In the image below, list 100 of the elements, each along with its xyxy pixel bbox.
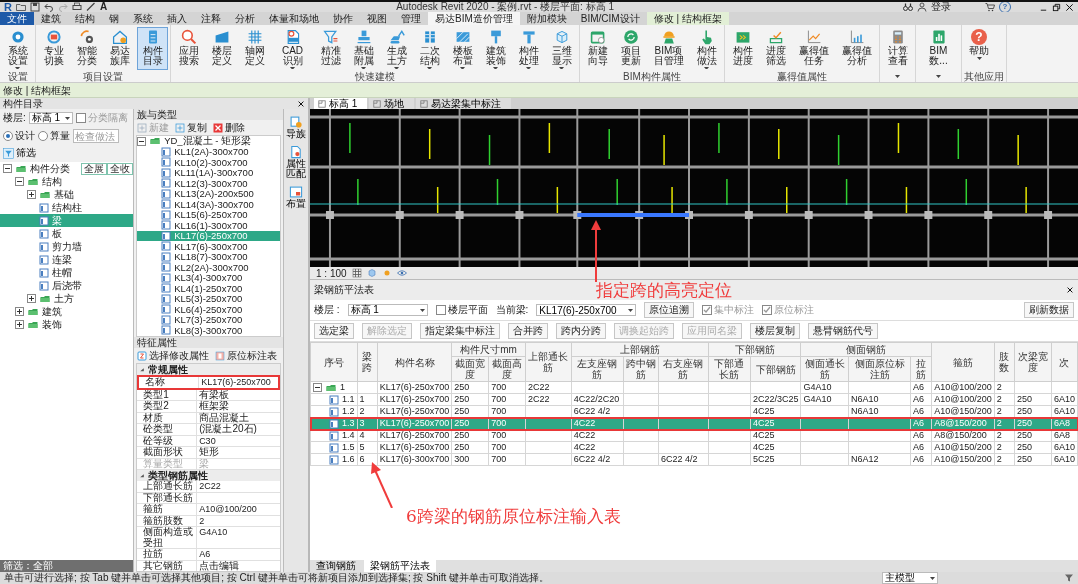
view-scale[interactable]: 1 : 100 (316, 267, 347, 279)
table-row[interactable]: 1.4 4 KL17(6)-250x700 250 700 4C22 4C25 A6 A8@150/200 2 250 6A8 (310, 429, 1078, 442)
table-row[interactable]: 1.1 1 KL17(6)-250x700 250 700 2C22 4C22/2C20 2C22/3C25 G4A10 N6A10 A6 A10@100/200 2 250 6A10 (310, 393, 1078, 406)
ribbon-button[interactable]: 精准过滤 (315, 27, 346, 70)
search-field[interactable]: 检查做法 (73, 129, 119, 143)
ribbon-button[interactable]: 基础附属 (348, 27, 379, 70)
ribbon-tab[interactable]: 视图 (360, 12, 394, 25)
property-value[interactable]: 点击编辑 (197, 560, 281, 571)
save-icon[interactable] (29, 2, 40, 12)
list-item[interactable]: KL7(3)-250x700 (137, 314, 281, 325)
collapse-all-button[interactable]: 全收 (107, 162, 134, 175)
property-value[interactable]: A10@100/200 (197, 504, 281, 515)
tree-item[interactable]: 土方 (0, 292, 134, 305)
list-item[interactable]: KL6(4)-250x700 (137, 304, 281, 315)
tree-item[interactable]: 后浇带 (0, 279, 134, 292)
ribbon-button[interactable]: CAD识别 (272, 27, 313, 70)
ribbon-tab[interactable]: 协作 (326, 12, 360, 25)
ribbon-button[interactable]: 计算查看 (882, 27, 913, 70)
text-tool[interactable]: A (99, 2, 108, 12)
ribbon-button[interactable]: 项目更新 (615, 27, 646, 70)
radio-button[interactable]: 算量 (38, 129, 70, 143)
list-item[interactable]: KL17(6)-300x700 (137, 241, 281, 252)
ribbon-tab[interactable]: 附加模块 (519, 12, 574, 25)
ribbon-button[interactable]: 构件目录 (137, 27, 168, 70)
property-value[interactable]: A6 (197, 549, 281, 560)
side-tool-button[interactable]: 属性匹配 (285, 145, 308, 179)
ribbon-button[interactable]: 应用搜索 (173, 27, 204, 70)
toolbar-button[interactable]: 悬臂钢筋代号 (808, 323, 878, 339)
table-row[interactable]: 1.6 6 KL17(6)-300x700 300 700 6C22 4/2 6C22 4/2 5C25 N6A12 A6 A10@150/200 2 250 6A10 (310, 453, 1078, 466)
toolbar-button[interactable]: 选择修改属性 (137, 348, 210, 363)
property-value[interactable]: 2 (197, 515, 281, 526)
ribbon-button[interactable]: 三维显示 (546, 27, 577, 70)
view-tab[interactable]: 易达梁集中标注 (416, 98, 512, 109)
toolbar-button[interactable]: 合并跨 (508, 323, 548, 339)
model-dropdown[interactable]: 主模型 (882, 572, 938, 584)
tree-item[interactable]: 结构 (0, 175, 134, 188)
list-item[interactable]: KL2(2A)-300x700 (137, 262, 281, 273)
toolbar-button[interactable]: 原位标注表 (215, 348, 278, 363)
checkbox[interactable]: 楼层平面 (435, 303, 488, 317)
close-icon[interactable] (1066, 286, 1074, 294)
ribbon-button[interactable]: BIM数... (918, 27, 959, 70)
ribbon-button[interactable]: 赢得值任务 (793, 27, 834, 70)
list-item[interactable]: KL3(4)-300x700 (137, 272, 281, 283)
tree-item[interactable]: 建筑 (0, 305, 134, 318)
ribbon-button[interactable]: 二次结构 (414, 27, 445, 70)
ribbon-tab[interactable]: 文件 (0, 12, 34, 25)
tree-item[interactable]: 构件分类 (0, 162, 82, 175)
floor-dropdown[interactable]: 标高 1 (347, 304, 428, 316)
ribbon-button[interactable]: 楼层定义 (206, 27, 237, 70)
ruler-icon[interactable] (85, 2, 96, 12)
cart-icon[interactable] (985, 2, 995, 12)
tree-item[interactable]: 装饰 (0, 318, 134, 331)
close-icon[interactable] (297, 99, 305, 108)
toolbar-button[interactable]: 楼层复制 (750, 323, 800, 339)
ribbon-button[interactable]: 进度筛选 (760, 27, 791, 70)
tree-item[interactable]: 板 (0, 227, 134, 240)
filter-button[interactable]: 筛选 (3, 146, 36, 160)
table-row[interactable]: 1 KL17(6)-250x700 250 700 2C22 G4A10 A6 A10@100/200 2 (310, 381, 1078, 394)
property-value[interactable]: 商品混凝土 (197, 412, 281, 423)
ribbon-button[interactable]: 易达族库 (104, 27, 135, 70)
login-link[interactable]: 登录 (931, 2, 951, 12)
view-tab[interactable]: 场地 (369, 98, 415, 109)
floor-dropdown[interactable]: 标高 1 (28, 112, 73, 124)
tree-item[interactable]: 柱帽 (0, 266, 134, 279)
tree-item[interactable]: 结构柱 (0, 201, 134, 214)
side-tool-button[interactable]: 导族 (285, 115, 308, 139)
folder-icon[interactable] (15, 2, 26, 12)
ribbon-button[interactable]: 新建向导 (582, 27, 613, 70)
ribbon-button[interactable]: 构件进度 (727, 27, 758, 70)
expand-icon[interactable] (15, 320, 24, 329)
list-item[interactable]: KL10(2)-300x700 (137, 157, 281, 168)
toolbar-button[interactable]: 删除 (213, 120, 246, 135)
ribbon-tab[interactable]: 结构 (68, 12, 102, 25)
ribbon-button[interactable]: 楼板布置 (447, 27, 478, 70)
list-item[interactable]: KL4(1)-250x700 (137, 283, 281, 294)
beam-dropdown[interactable]: KL17(6)-250x700 (536, 304, 637, 316)
panel-tab[interactable]: 梁钢筋平法表 (364, 560, 436, 572)
collapse-icon[interactable] (137, 136, 147, 146)
ribbon-tab[interactable]: 建筑 (34, 12, 68, 25)
ribbon-button[interactable]: ? 帮助 (964, 27, 994, 70)
ribbon-button[interactable]: 专业切换 (38, 27, 69, 70)
binoculars-icon[interactable] (903, 2, 913, 12)
expand-icon[interactable] (15, 307, 24, 316)
ribbon-tab[interactable]: BIM/CIM设计 (573, 12, 647, 25)
list-item[interactable]: KL8(3)-300x700 (137, 325, 281, 336)
list-item[interactable]: KL12(3)-300x700 (137, 178, 281, 189)
undo-icon[interactable] (43, 2, 54, 12)
refresh-button[interactable]: 刷新数据 (1024, 302, 1074, 318)
tree-item[interactable]: 基础 (0, 188, 134, 201)
ribbon-button[interactable]: 构件做法 (691, 27, 722, 70)
list-item[interactable]: KL16(1)-300x700 (137, 220, 281, 231)
toolbar-button[interactable]: 跨内分跨 (556, 323, 606, 339)
list-item[interactable]: KL18(7)-300x700 (137, 251, 281, 262)
app-logo[interactable]: R (4, 2, 12, 12)
eye-icon[interactable] (396, 268, 407, 278)
expand-icon[interactable] (27, 190, 36, 199)
ribbon-tab[interactable]: 系统 (126, 12, 160, 25)
expand-all-button[interactable]: 全展 (81, 162, 108, 175)
property-value[interactable]: KL17(6)-250x700 (199, 377, 279, 388)
toolbar-button[interactable]: 复制 (175, 120, 208, 135)
